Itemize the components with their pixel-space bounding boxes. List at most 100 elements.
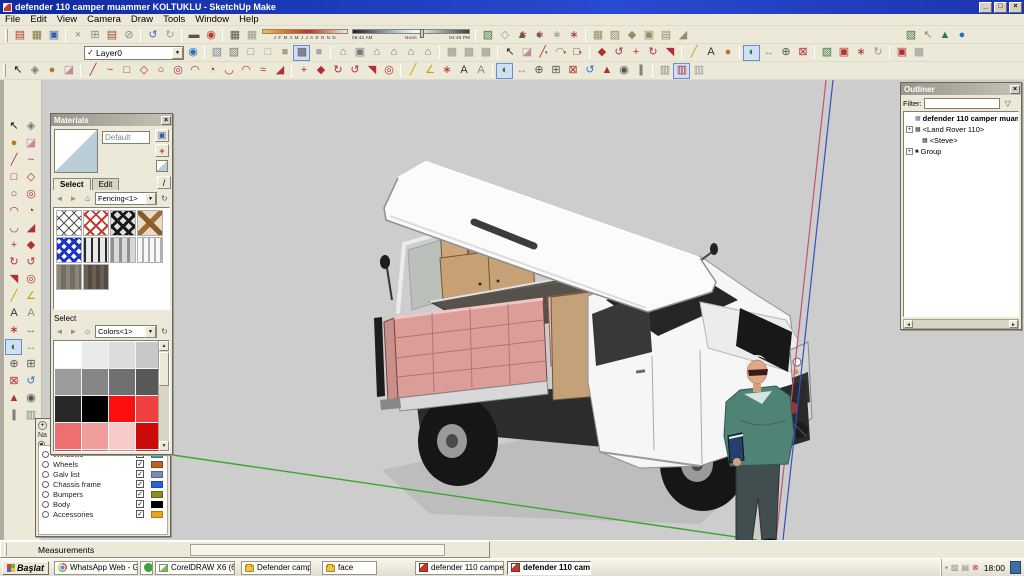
position-camera-tool[interactable]: ▲: [5, 390, 22, 406]
styles-window-button[interactable]: ▧: [479, 27, 496, 43]
outliner-close-icon[interactable]: ×: [1010, 85, 1020, 94]
segment-tool[interactable]: ◢: [22, 220, 39, 236]
paste-button[interactable]: ▤: [103, 27, 120, 43]
layer-radio[interactable]: [42, 461, 49, 468]
tape-measure-tool[interactable]: ╱: [5, 288, 22, 304]
look-around-tool[interactable]: ◉: [22, 390, 39, 406]
layer-radio[interactable]: [42, 451, 49, 458]
task-whatsapp[interactable]: WhatsApp Web - Google...: [54, 561, 138, 575]
view-top-button[interactable]: ▣: [351, 45, 368, 61]
swatch-white-picket-fence[interactable]: [137, 237, 163, 263]
materials-tab-edit[interactable]: Edit: [92, 178, 120, 190]
select-arrow-button[interactable]: ↖: [919, 27, 936, 43]
tree-expander-icon[interactable]: [913, 137, 920, 144]
push-pull-tool[interactable]: ◆: [22, 237, 39, 253]
rotated-rectangle-tool[interactable]: ◇: [22, 169, 39, 185]
layer-visible-checkbox[interactable]: ✓: [136, 490, 144, 498]
orbit-button[interactable]: ◐: [743, 45, 760, 61]
model-info-button[interactable]: ◉: [202, 27, 219, 43]
filter-input[interactable]: [924, 98, 1000, 109]
print-button[interactable]: ▬: [185, 27, 202, 43]
2pt-arc-tool[interactable]: ◡: [220, 63, 237, 79]
color-white[interactable]: [55, 342, 81, 368]
tree-expander-icon[interactable]: [906, 115, 913, 122]
material-name-field[interactable]: Default: [102, 131, 150, 144]
zoom-extents-tool[interactable]: ⊠: [5, 373, 22, 389]
3d-text-tool[interactable]: A: [22, 305, 39, 321]
outliner-steve[interactable]: ▦ <Steve>: [904, 135, 1018, 146]
toolbar-grip[interactable]: [5, 29, 8, 42]
layer-manager-button[interactable]: ◉: [184, 45, 201, 61]
push-pull-button[interactable]: ◆: [593, 45, 610, 61]
colors-collection-dropdown[interactable]: Colors<1> ▼: [95, 325, 157, 338]
scale-tool[interactable]: ◥: [5, 271, 22, 287]
colors-scrollbar[interactable]: ▲ ▼: [158, 341, 169, 451]
layer-dropdown-arrow[interactable]: ▼: [172, 47, 183, 59]
globe-button[interactable]: ●: [953, 27, 970, 43]
style-monochrome-button[interactable]: ■: [310, 45, 327, 61]
layer-galv-list[interactable]: Galv list ✓: [39, 469, 167, 479]
pan-tool[interactable]: ↔: [513, 63, 530, 79]
swatch-blue-chainlink[interactable]: [56, 237, 82, 263]
axes-tool[interactable]: ∗: [438, 63, 455, 79]
select-tool[interactable]: ↖: [9, 63, 26, 79]
freehand-tool[interactable]: ~: [22, 152, 39, 168]
tray-flag-icon[interactable]: ▨: [951, 563, 959, 572]
view-back-button[interactable]: ⌂: [402, 45, 419, 61]
open-button[interactable]: ▦: [28, 27, 45, 43]
layer-radio[interactable]: [42, 491, 49, 498]
tree-expander-icon[interactable]: +: [906, 126, 913, 133]
rectangle-button[interactable]: □ ▾: [569, 45, 586, 61]
zoom-extents-tool[interactable]: ⊠: [564, 63, 581, 79]
dimension-tool[interactable]: ↔: [22, 322, 39, 338]
new-button[interactable]: ▤: [11, 27, 28, 43]
task-sketchup-1[interactable]: defender 110 camper mu...: [415, 561, 504, 575]
layer-visible-checkbox[interactable]: ✓: [136, 500, 144, 508]
move-tool[interactable]: +: [5, 237, 22, 253]
arc-button[interactable]: ◠ ▾: [552, 45, 569, 61]
color-near-black[interactable]: [55, 396, 81, 422]
offset-tool[interactable]: ◎: [380, 63, 397, 79]
polygon-tool[interactable]: ◎: [169, 63, 186, 79]
task-sketchup-2[interactable]: defender 110 camper...: [507, 561, 591, 575]
minimize-button[interactable]: _: [979, 2, 992, 13]
section-display-tool[interactable]: ▥: [656, 63, 673, 79]
color-gray-light-1[interactable]: [82, 342, 108, 368]
outliner-hscrollbar[interactable]: ◄ ►: [903, 319, 1019, 329]
menu-help[interactable]: Help: [234, 14, 264, 25]
menu-file[interactable]: File: [0, 14, 25, 25]
scale-button[interactable]: ◥: [661, 45, 678, 61]
3d-text-tool[interactable]: A: [472, 63, 489, 79]
task-coreldraw[interactable]: CorelDRAW X6 (64-Bit): [155, 561, 235, 575]
rotate-tool[interactable]: ↻: [329, 63, 346, 79]
tape-measure-button[interactable]: ╱: [685, 45, 702, 61]
protractor-tool[interactable]: ∠: [421, 63, 438, 79]
orbit-tool[interactable]: ◐: [496, 63, 513, 79]
swatch-red-lattice[interactable]: [83, 210, 109, 236]
pie-tool[interactable]: ◔: [22, 203, 39, 219]
layer-accessories[interactable]: Accessories ✓: [39, 509, 167, 519]
offset-tool[interactable]: ◎: [22, 271, 39, 287]
scroll-down-icon[interactable]: ▼: [159, 441, 169, 451]
color-salmon[interactable]: [55, 423, 81, 449]
figure-button[interactable]: ▲: [936, 27, 953, 43]
scale-tool[interactable]: ◥: [363, 63, 380, 79]
menu-draw[interactable]: Draw: [126, 14, 158, 25]
3d-viewport[interactable]: [42, 80, 1024, 540]
language-indicator[interactable]: [1010, 561, 1021, 574]
segment-tool[interactable]: ◢: [271, 63, 288, 79]
styles-button[interactable]: ▧: [818, 45, 835, 61]
walk-tool[interactable]: ∥: [5, 407, 22, 423]
in-model-icon[interactable]: ↻: [158, 192, 171, 205]
layer-radio[interactable]: [42, 481, 49, 488]
line-tool[interactable]: ╱: [84, 63, 101, 79]
layer-wheels[interactable]: Wheels ✓: [39, 459, 167, 469]
menu-view[interactable]: View: [52, 14, 82, 25]
undo-button[interactable]: ↺: [144, 27, 161, 43]
display-pane-button[interactable]: ▣: [155, 129, 169, 142]
view-left-button[interactable]: ⌂: [419, 45, 436, 61]
pan-tool[interactable]: ↔: [22, 339, 39, 355]
task-defender-folder[interactable]: Defender camper çizim: [241, 561, 311, 575]
components-button[interactable]: ∗: [852, 45, 869, 61]
look-around-tool[interactable]: ◉: [615, 63, 632, 79]
